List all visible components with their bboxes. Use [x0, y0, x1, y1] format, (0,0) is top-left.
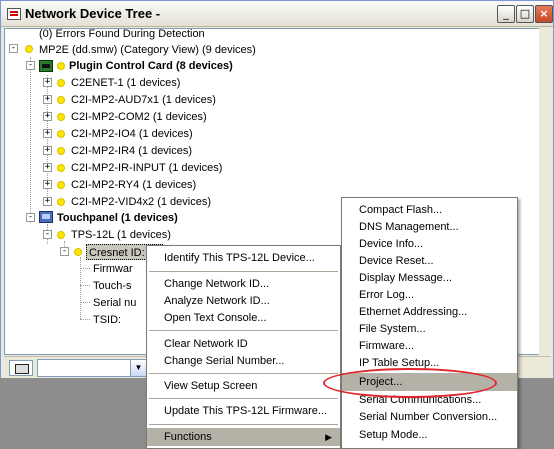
expand-toggle[interactable]: + [43, 163, 52, 172]
menu-item-view-setup-screen[interactable]: View Setup Screen [147, 377, 340, 395]
functions-label: Functions [164, 431, 212, 443]
submenu-item-file-system[interactable]: File System... [342, 320, 517, 338]
toolbar-view-icon[interactable] [9, 360, 33, 376]
expand-toggle[interactable]: + [43, 78, 52, 87]
tree-detail-tsid[interactable]: TSID: [93, 312, 121, 328]
expand-toggle[interactable]: + [43, 197, 52, 206]
submenu-item-compact-flash[interactable]: Compact Flash... [342, 201, 517, 219]
functions-submenu: Compact Flash... DNS Management... Devic… [341, 197, 518, 449]
tree-plugin-item[interactable]: C2I-MP2-RY4 (1 devices) [71, 177, 196, 193]
submenu-item-setup-mode[interactable]: Setup Mode... [342, 426, 517, 444]
menu-separator [149, 373, 338, 374]
menu-item-change-network-id[interactable]: Change Network ID... [147, 275, 340, 293]
minimize-button[interactable]: _ [497, 5, 515, 23]
status-dot-icon [25, 45, 33, 53]
tree-plugin-item[interactable]: C2ENET-1 (1 devices) [71, 75, 180, 91]
submenu-item-firmware[interactable]: Firmware... [342, 337, 517, 355]
filter-combo[interactable]: ▼ [37, 359, 147, 377]
menu-separator [149, 424, 338, 425]
tree-line [80, 268, 90, 269]
tree-line [80, 319, 90, 320]
tree-detail-firmware[interactable]: Firmwar [93, 261, 133, 277]
submenu-item-dns-management[interactable]: DNS Management... [342, 218, 517, 236]
expand-toggle[interactable]: + [43, 129, 52, 138]
menu-item-change-serial-number[interactable]: Change Serial Number... [147, 352, 340, 370]
menu-item-functions[interactable]: Functions ▶ [147, 428, 340, 446]
collapse-toggle[interactable]: - [26, 213, 35, 222]
expand-toggle[interactable]: + [43, 112, 52, 121]
submenu-item-display-message[interactable]: Display Message... [342, 269, 517, 287]
maximize-button[interactable]: □ [516, 5, 534, 23]
submenu-item-device-reset[interactable]: Device Reset... [342, 252, 517, 270]
tree-errors-node[interactable]: (0) Errors Found During Detection [39, 29, 205, 42]
menu-separator [149, 271, 338, 272]
tree-line [80, 285, 90, 286]
vertical-scrollbar[interactable] [539, 28, 551, 355]
menu-item-update-firmware[interactable]: Update This TPS-12L Firmware... [147, 402, 340, 420]
collapse-toggle[interactable]: - [60, 247, 69, 256]
status-dot-icon [57, 181, 65, 189]
status-dot-icon [57, 79, 65, 87]
status-dot-icon [74, 248, 82, 256]
status-dot-icon [57, 198, 65, 206]
tree-plugin-item[interactable]: C2I-MP2-IR-INPUT (1 devices) [71, 160, 222, 176]
tree-detail-touchscreen[interactable]: Touch-s [93, 278, 132, 294]
collapse-toggle[interactable]: - [9, 44, 18, 53]
tree-line [80, 302, 90, 303]
expand-toggle[interactable]: + [43, 180, 52, 189]
menu-item-analyze-network-id[interactable]: Analyze Network ID... [147, 292, 340, 310]
collapse-toggle[interactable]: - [26, 61, 35, 70]
tree-plugin-item[interactable]: C2I-MP2-IR4 (1 devices) [71, 143, 192, 159]
tree-detail-serial[interactable]: Serial nu [93, 295, 136, 311]
touchpanel-icon [39, 211, 53, 223]
plugin-card-icon [39, 60, 53, 72]
tree-tps-node[interactable]: TPS-12L (1 devices) [71, 227, 171, 243]
status-dot-icon [57, 231, 65, 239]
dropdown-arrow-icon[interactable]: ▼ [130, 360, 146, 376]
status-dot-icon [57, 130, 65, 138]
status-dot-icon [57, 62, 65, 70]
menu-separator [149, 398, 338, 399]
tree-touchpanel-group[interactable]: Touchpanel (1 devices) [57, 210, 178, 226]
context-menu: Identify This TPS-12L Device... Change N… [146, 245, 341, 449]
highlight-annotation-ellipse [323, 368, 497, 398]
status-dot-icon [57, 113, 65, 121]
tree-plugin-group[interactable]: Plugin Control Card (8 devices) [69, 58, 233, 74]
tree-root-node[interactable]: MP2E (dd.smw) (Category View) (9 devices… [39, 42, 256, 58]
tree-plugin-item[interactable]: C2I-MP2-VID4x2 (1 devices) [71, 194, 211, 210]
app-icon [7, 8, 21, 20]
collapse-toggle[interactable]: - [43, 230, 52, 239]
menu-item-open-text-console[interactable]: Open Text Console... [147, 309, 340, 327]
title-bar[interactable]: Network Device Tree - _ □ × [1, 1, 553, 27]
menu-separator [149, 330, 338, 331]
menu-item-identify[interactable]: Identify This TPS-12L Device... [147, 249, 340, 267]
tree-line [30, 57, 31, 223]
status-dot-icon [57, 147, 65, 155]
tree-line [80, 257, 81, 319]
tree-plugin-item[interactable]: C2I-MP2-IO4 (1 devices) [71, 126, 193, 142]
expand-toggle[interactable]: + [43, 95, 52, 104]
submenu-arrow-icon: ▶ [325, 432, 332, 442]
status-dot-icon [57, 96, 65, 104]
submenu-item-device-info[interactable]: Device Info... [342, 235, 517, 253]
submenu-item-error-log[interactable]: Error Log... [342, 286, 517, 304]
menu-item-clear-network-id[interactable]: Clear Network ID [147, 335, 340, 353]
tree-plugin-item[interactable]: C2I-MP2-AUD7x1 (1 devices) [71, 92, 216, 108]
window-title: Network Device Tree - [25, 6, 161, 21]
expand-toggle[interactable]: + [43, 146, 52, 155]
tree-plugin-item[interactable]: C2I-MP2-COM2 (1 devices) [71, 109, 207, 125]
status-dot-icon [57, 164, 65, 172]
close-button[interactable]: × [535, 5, 553, 23]
submenu-item-ethernet-addressing[interactable]: Ethernet Addressing... [342, 303, 517, 321]
submenu-item-serial-number-conversion[interactable]: Serial Number Conversion... [342, 408, 517, 426]
